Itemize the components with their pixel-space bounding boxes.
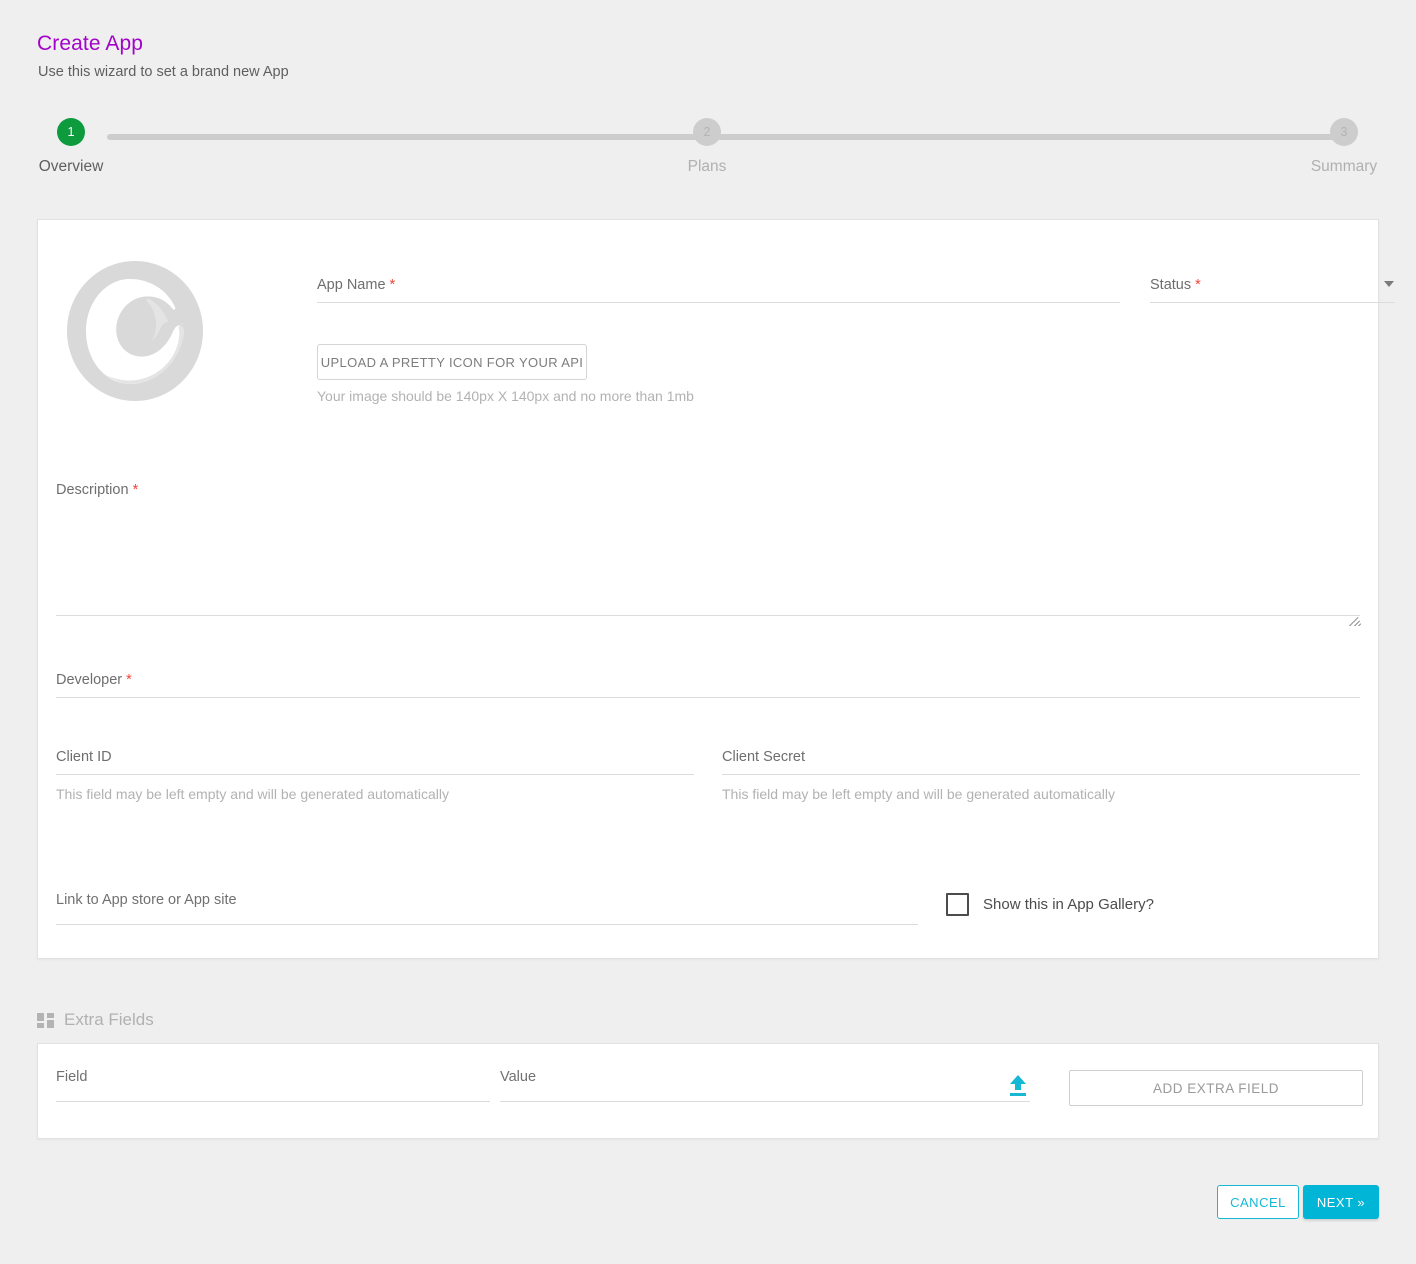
stepper-step-plans[interactable]: 2 Plans [637, 118, 777, 176]
extra-fields-section-header: Extra Fields [37, 1010, 154, 1030]
step-label: Overview [1, 158, 141, 176]
status-select-underline[interactable] [1150, 302, 1395, 303]
add-extra-field-button[interactable]: ADD EXTRA FIELD [1069, 1070, 1363, 1106]
extra-field-key-underline[interactable] [56, 1101, 490, 1102]
app-link-label: Link to App store or App site [56, 892, 918, 908]
status-select-field[interactable]: Status * [1150, 277, 1395, 303]
extra-field-value-underline[interactable] [500, 1101, 1030, 1102]
extra-fields-card: Field Value ADD EXTRA FIELD [37, 1043, 1379, 1139]
overview-form-card: App Name * Status * UPLOAD A PRETTY ICON… [37, 219, 1379, 959]
developer-input-underline[interactable] [56, 697, 1360, 698]
create-app-page: Create App Use this wizard to set a bran… [0, 0, 1416, 1264]
cancel-button[interactable]: CANCEL [1217, 1185, 1299, 1219]
wizard-stepper: 1 Overview 2 Plans 3 Summary [37, 118, 1379, 198]
checkbox-unchecked-icon[interactable] [946, 893, 969, 916]
extra-field-key-label: Field [56, 1069, 490, 1085]
app-link-field[interactable]: Link to App store or App site [56, 892, 918, 925]
step-number-badge: 1 [57, 118, 85, 146]
app-name-field[interactable]: App Name * [317, 277, 1120, 303]
required-asterisk: * [133, 482, 139, 498]
client-secret-hint: This field may be left empty and will be… [722, 786, 1360, 802]
developer-label: Developer * [56, 672, 1360, 688]
app-name-label: App Name * [317, 277, 1120, 293]
step-number-badge: 3 [1330, 118, 1358, 146]
next-button[interactable]: NEXT » [1303, 1185, 1379, 1219]
client-secret-input-underline[interactable] [722, 774, 1360, 775]
page-title: Create App [37, 32, 143, 56]
description-field[interactable]: Description * [56, 482, 1360, 616]
extra-field-key-field[interactable]: Field [56, 1069, 490, 1102]
extra-fields-title: Extra Fields [64, 1010, 154, 1030]
page-subtitle: Use this wizard to set a brand new App [38, 64, 289, 80]
client-secret-field[interactable]: Client Secret This field may be left emp… [722, 749, 1360, 802]
client-secret-label: Client Secret [722, 749, 1360, 765]
developer-field[interactable]: Developer * [56, 672, 1360, 698]
step-number-badge: 2 [693, 118, 721, 146]
step-label: Summary [1274, 158, 1414, 176]
upload-size-note: Your image should be 140px X 140px and n… [317, 388, 694, 404]
client-id-input-underline[interactable] [56, 774, 694, 775]
required-asterisk: * [390, 277, 396, 293]
status-label: Status * [1150, 277, 1395, 293]
chevron-down-icon[interactable] [1384, 281, 1394, 287]
show-in-gallery-row[interactable]: Show this in App Gallery? [946, 893, 1154, 916]
app-name-label-text: App Name [317, 277, 386, 293]
stepper-step-overview[interactable]: 1 Overview [1, 118, 141, 176]
stepper-step-summary[interactable]: 3 Summary [1274, 118, 1414, 176]
status-label-text: Status [1150, 277, 1191, 293]
description-textarea-underline[interactable] [56, 615, 1360, 616]
required-asterisk: * [126, 672, 132, 688]
upload-icon-button[interactable]: UPLOAD A PRETTY ICON FOR YOUR API [317, 344, 587, 380]
upload-icon[interactable] [1009, 1075, 1027, 1097]
app-link-input-underline[interactable] [56, 924, 918, 925]
developer-label-text: Developer [56, 672, 122, 688]
required-asterisk: * [1195, 277, 1201, 293]
grid-dashboard-icon [37, 1013, 54, 1028]
client-id-hint: This field may be left empty and will be… [56, 786, 694, 802]
step-label: Plans [637, 158, 777, 176]
show-in-gallery-label: Show this in App Gallery? [983, 896, 1154, 913]
extra-field-value-label: Value [500, 1069, 1030, 1085]
resize-grip-icon[interactable] [1349, 614, 1361, 626]
extra-field-value-field[interactable]: Value [500, 1069, 1030, 1102]
client-id-field[interactable]: Client ID This field may be left empty a… [56, 749, 694, 802]
client-id-label: Client ID [56, 749, 694, 765]
app-name-input-underline[interactable] [317, 302, 1120, 303]
description-label-text: Description [56, 482, 129, 498]
app-placeholder-logo-icon[interactable] [64, 260, 206, 402]
description-label: Description * [56, 482, 1360, 498]
